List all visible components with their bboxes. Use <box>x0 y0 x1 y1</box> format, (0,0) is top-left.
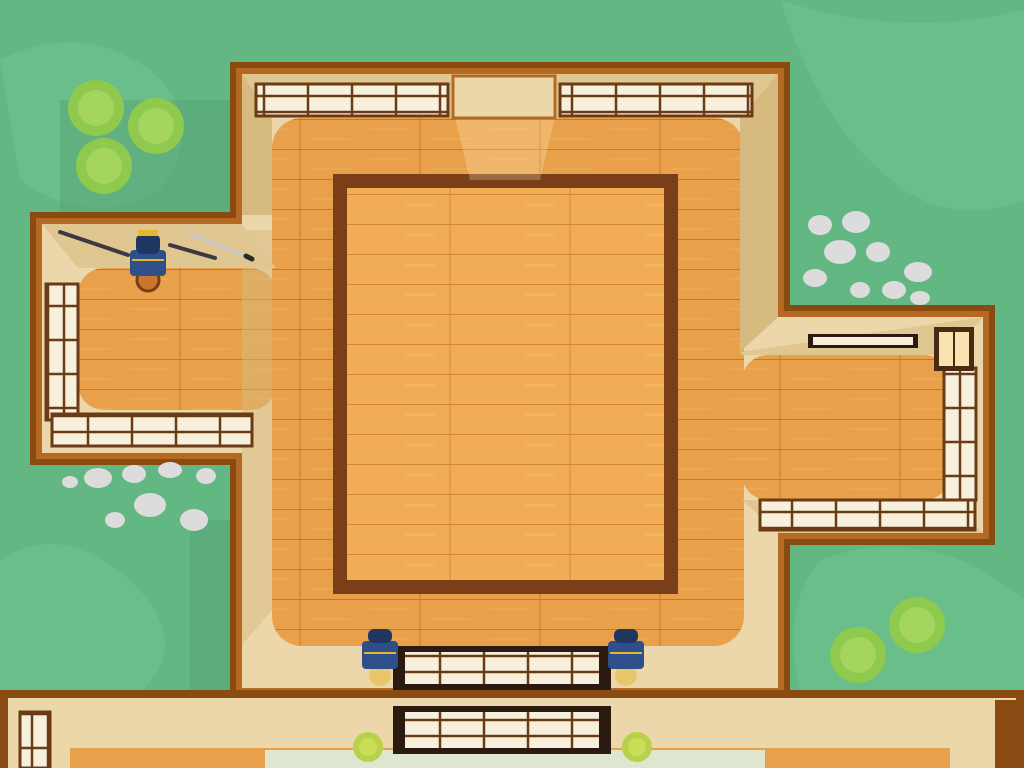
hanging-scroll[interactable] <box>808 334 918 348</box>
south-corridor <box>0 690 1024 768</box>
shrub <box>128 98 184 154</box>
paper-lantern[interactable] <box>934 327 974 371</box>
potted-bonsai[interactable] <box>622 732 652 762</box>
shrub <box>889 597 945 653</box>
shrub <box>68 80 124 136</box>
shrub <box>76 138 132 194</box>
shrub <box>830 627 886 683</box>
potted-bonsai[interactable] <box>353 732 383 762</box>
game-scene <box>0 0 1024 768</box>
main-door[interactable] <box>393 646 611 690</box>
